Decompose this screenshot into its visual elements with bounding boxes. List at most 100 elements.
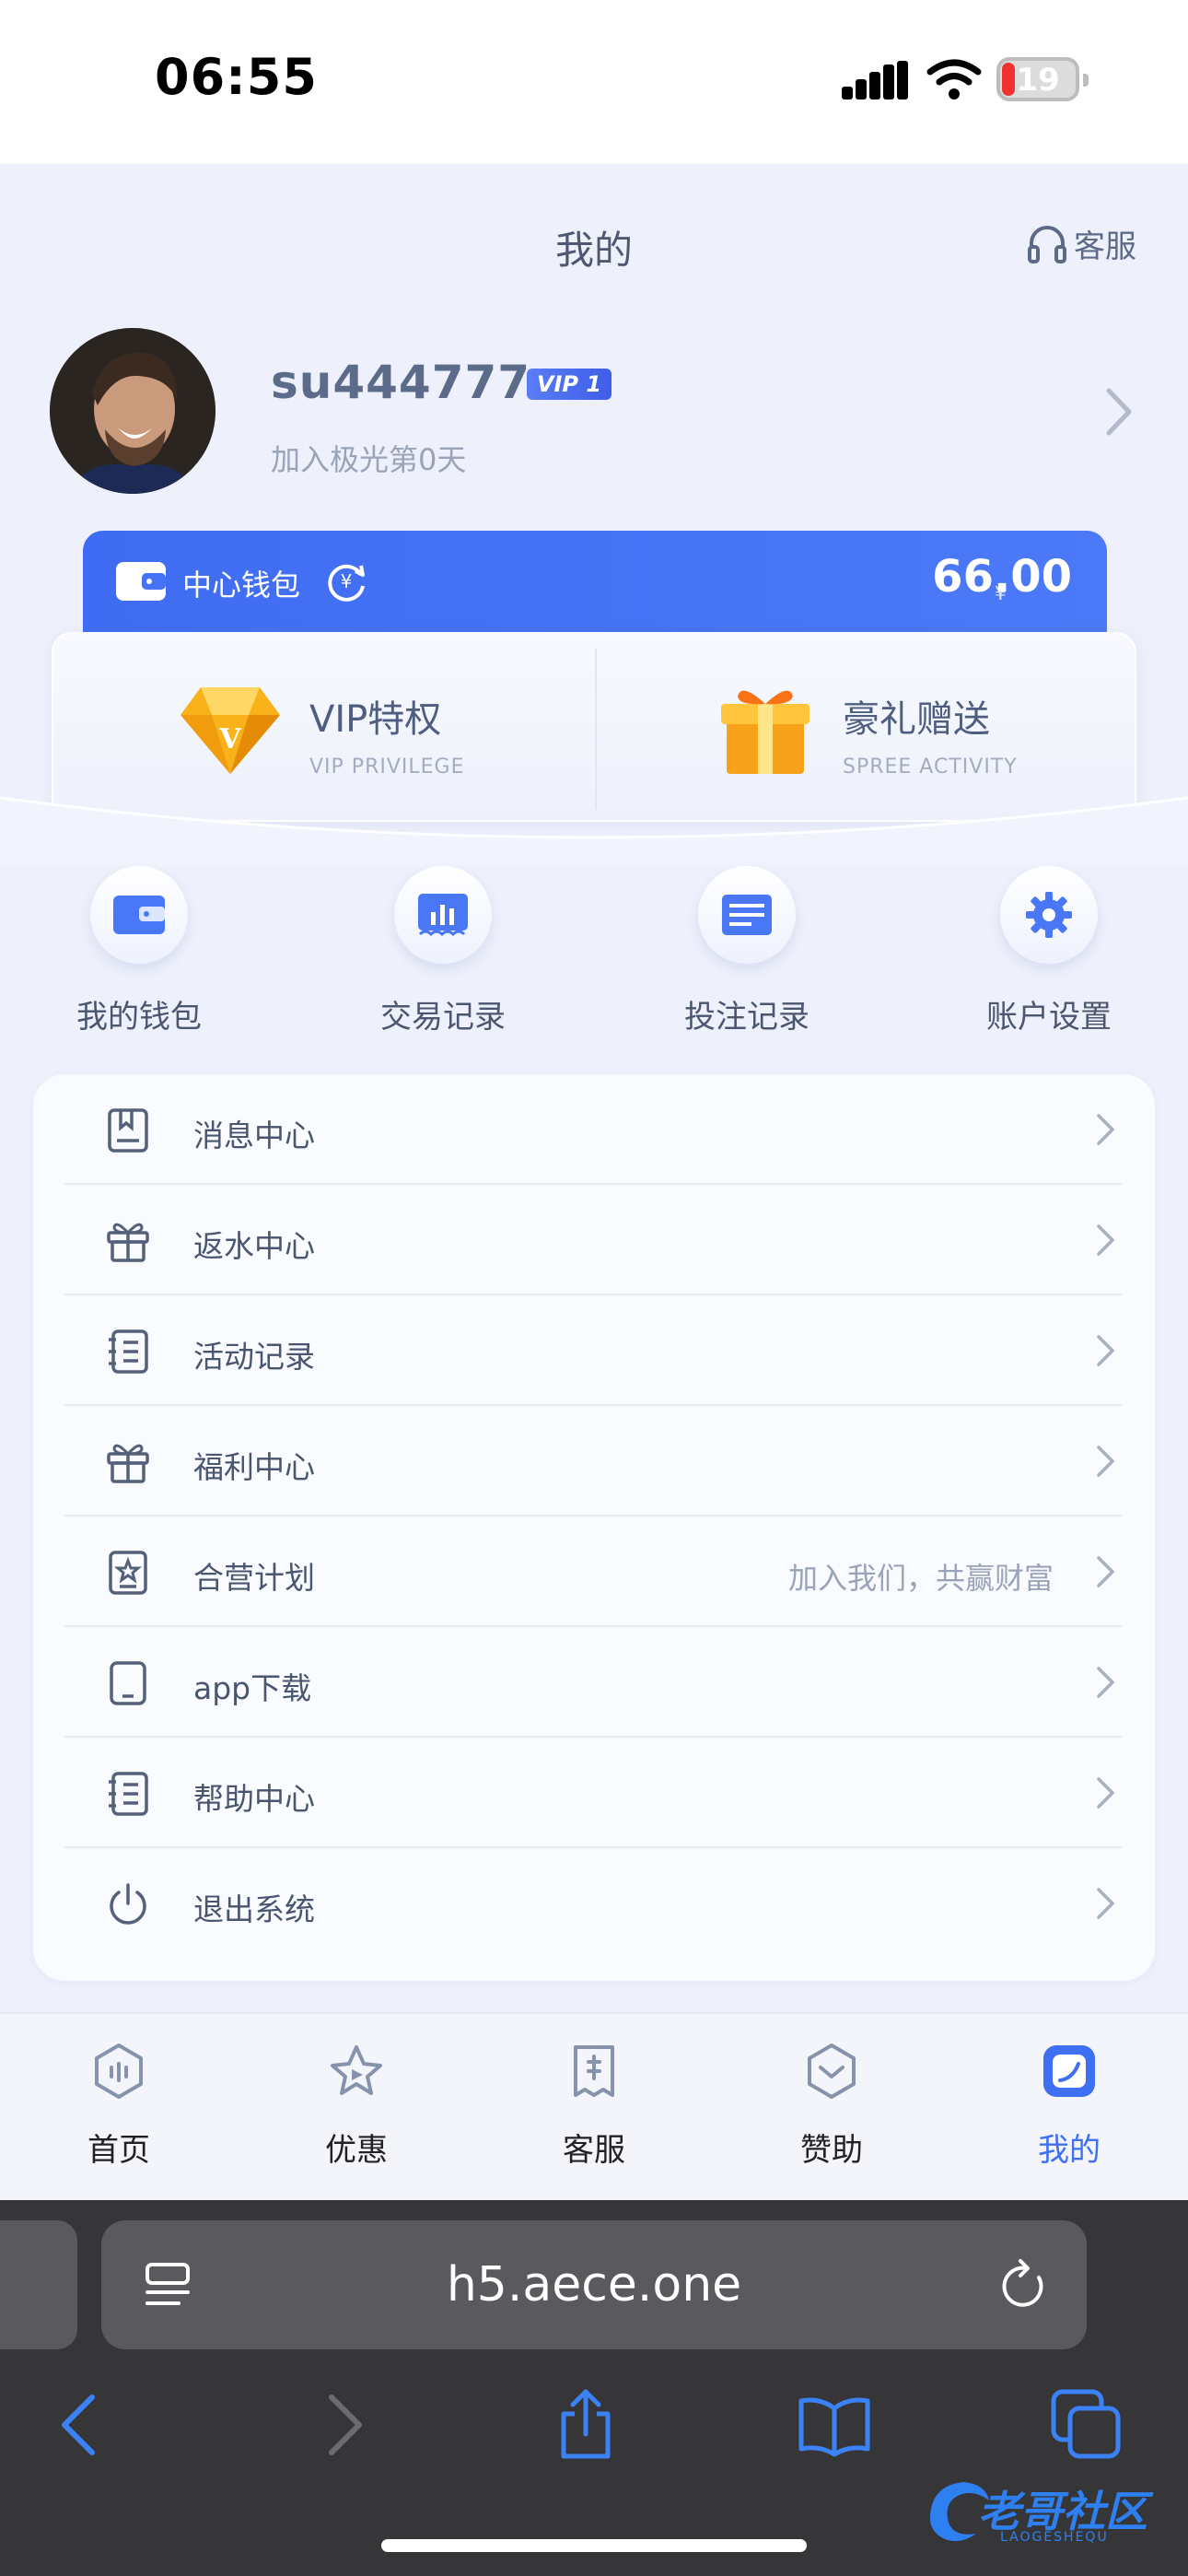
chevron-right-icon	[1097, 1777, 1115, 1809]
status-bar: 06:55 19	[0, 0, 1188, 164]
previous-tab-preview[interactable]	[0, 2220, 77, 2349]
tab-home[interactable]: 首页	[0, 2014, 238, 2202]
home-icon	[95, 2043, 143, 2099]
menu-item-label: 返水中心	[193, 1228, 315, 1264]
tab-label: 优惠	[325, 2132, 388, 2169]
username: su444777	[271, 356, 531, 409]
battery-level: 19	[1016, 62, 1060, 99]
transaction-records-button[interactable]: 交易记录	[337, 857, 549, 1050]
tab-customer-service[interactable]: 客服	[475, 2014, 713, 2202]
gear-icon	[1026, 892, 1072, 938]
wallet-icon	[113, 896, 165, 934]
menu-item-label: 帮助中心	[193, 1781, 315, 1817]
gift-icon	[107, 1444, 149, 1483]
back-icon[interactable]	[46, 2388, 120, 2462]
chevron-right-icon	[1097, 1556, 1115, 1587]
page-title: 我的	[554, 228, 633, 273]
message-icon	[108, 1108, 148, 1153]
vip-level-badge: VIP 1	[527, 369, 611, 400]
quick-action-label: 账户设置	[986, 999, 1112, 1036]
refresh-yuan-icon[interactable]: ¥	[324, 558, 368, 603]
chevron-right-icon[interactable]	[1105, 387, 1133, 437]
wallet-icon	[116, 562, 166, 601]
account-settings-button[interactable]: 账户设置	[943, 857, 1155, 1050]
menu-item-logout[interactable]: 退出系统	[64, 1848, 1155, 1959]
quick-action-label: 交易记录	[380, 999, 506, 1036]
chevron-right-icon	[1097, 1224, 1115, 1256]
avatar[interactable]	[50, 328, 215, 494]
partnership-slogan: 加入我们，共赢财富	[787, 1561, 1054, 1596]
status-time: 06:55	[155, 48, 318, 106]
menu-item-message-center[interactable]: 消息中心	[64, 1074, 1155, 1185]
tab-label: 首页	[87, 2132, 150, 2169]
bookmarks-icon[interactable]	[798, 2388, 871, 2462]
menu-item-app-download[interactable]: app下载	[64, 1627, 1155, 1738]
tab-label: 客服	[563, 2132, 625, 2169]
bet-record-icon	[722, 895, 772, 935]
tabs-icon[interactable]	[1050, 2388, 1124, 2462]
customer-service-button[interactable]: 客服	[1026, 221, 1136, 266]
menu-item-label: 福利中心	[193, 1449, 315, 1485]
home-indicator	[381, 2539, 807, 2552]
quick-action-label: 投注记录	[684, 999, 809, 1036]
menu-item-partnership-plan[interactable]: 合营计划 加入我们，共赢财富	[64, 1516, 1155, 1627]
share-icon[interactable]	[549, 2388, 623, 2462]
menu-item-activity-records[interactable]: 活动记录	[64, 1295, 1155, 1406]
tab-label: 赞助	[800, 2132, 863, 2169]
menu-item-welfare-center[interactable]: 福利中心	[64, 1406, 1155, 1516]
my-wallet-icon-circle	[90, 866, 188, 964]
chevron-right-icon	[1097, 1335, 1115, 1366]
browser-address-area: h5.aece.one	[0, 2200, 1188, 2357]
chevron-right-icon	[1097, 1888, 1115, 1919]
headset-icon	[1028, 225, 1066, 263]
quick-action-label: 我的钱包	[76, 999, 202, 1036]
spree-activity-title: 豪礼赠送	[843, 698, 990, 741]
menu-item-rebate-center[interactable]: 返水中心	[64, 1185, 1155, 1295]
avatar-photo	[50, 328, 215, 494]
url-text: h5.aece.one	[446, 2257, 742, 2313]
star-badge-icon	[109, 1551, 147, 1595]
my-wallet-button[interactable]: 我的钱包	[33, 857, 245, 1050]
notebook-icon	[109, 1772, 148, 1816]
vip-privilege-subtitle: VIP PRIVILEGE	[309, 755, 465, 779]
forward-icon[interactable]	[304, 2388, 378, 2462]
service-doc-icon	[574, 2045, 614, 2097]
chevron-right-icon	[1097, 1667, 1115, 1698]
gift-icon	[107, 1223, 149, 1262]
gift-box-icon	[721, 690, 809, 774]
wifi-icon	[926, 59, 982, 100]
vip-privilege-title: VIP特权	[309, 698, 442, 741]
settings-icon-circle	[1000, 866, 1098, 964]
bet-records-button[interactable]: 投注记录	[641, 857, 853, 1050]
cellular-signal-icon	[842, 61, 908, 100]
wallet-label: 中心钱包	[182, 568, 301, 603]
menu-item-label: 退出系统	[193, 1891, 315, 1927]
bottom-tab-bar: 首页 优惠 客服 赞助 我的	[0, 2012, 1188, 2200]
tablet-icon	[110, 1661, 146, 1705]
reload-icon[interactable]	[998, 2257, 1050, 2313]
watermark-logo: 老哥社区 LAOGESHEQU	[921, 2469, 1179, 2561]
tab-label: 我的	[1038, 2132, 1101, 2169]
tab-promotions[interactable]: 优惠	[238, 2014, 475, 2202]
join-days-text: 加入极光第0天	[271, 442, 467, 477]
diamond-icon: V	[181, 687, 280, 774]
tab-sponsor[interactable]: 赞助	[713, 2014, 950, 2202]
center-wallet-bar[interactable]: 中心钱包 ¥ ¥ 66.00	[83, 531, 1107, 632]
menu-item-help-center[interactable]: 帮助中心	[64, 1738, 1155, 1848]
menu-item-label: 消息中心	[193, 1118, 315, 1153]
svg-text:¥: ¥	[341, 570, 353, 592]
sponsor-heart-icon	[808, 2043, 856, 2099]
battery-icon: 19	[996, 57, 1089, 101]
address-bar[interactable]: h5.aece.one	[101, 2220, 1087, 2349]
menu-item-label: 合营计划	[193, 1560, 315, 1596]
transaction-chart-icon	[418, 894, 468, 937]
menu-list: 消息中心 返水中心 活动记录 福利中心 合营计划 加入我们，共赢财富 app下载…	[33, 1074, 1155, 1981]
tab-profile[interactable]: 我的	[950, 2014, 1188, 2202]
chevron-right-icon	[1097, 1114, 1115, 1145]
wallet-amount: 66.00	[932, 551, 1072, 603]
chevron-right-icon	[1097, 1446, 1115, 1477]
notebook-icon	[109, 1329, 148, 1374]
watermark-subtext: LAOGESHEQU	[1000, 2530, 1109, 2545]
spree-activity-subtitle: SPREE ACTIVITY	[843, 755, 1018, 779]
menu-item-label: app下载	[193, 1670, 312, 1706]
